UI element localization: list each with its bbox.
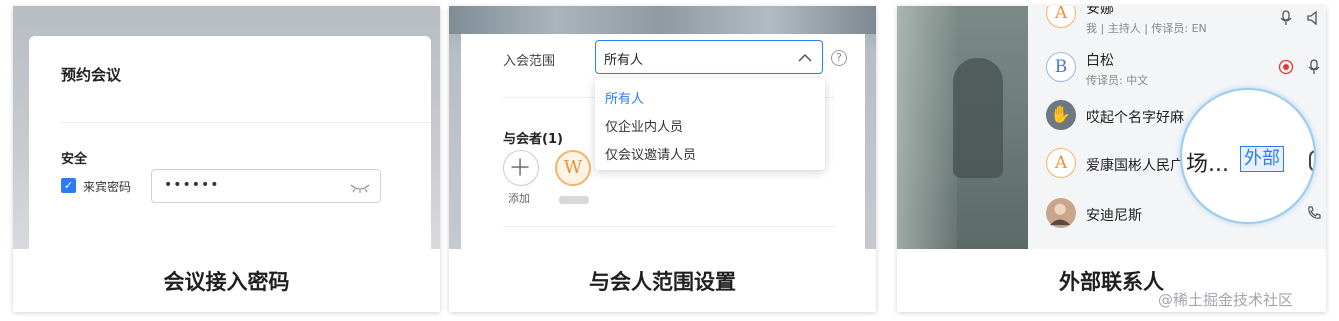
divider [61, 122, 431, 123]
avatar: A [1046, 148, 1076, 178]
screenshot-external-contacts: A 安娜 我 | 主持人 | 传译员: EN B 白松 传译员: 中文 ✋ 哎起… [897, 6, 1326, 249]
external-badge: 外部 [1240, 146, 1284, 172]
card-caption: 会议接入密码 [13, 249, 440, 312]
avatar: A [1046, 6, 1076, 28]
schedule-meeting-dialog: 预约会议 安全 ✓ 来宾密码 •••••• [29, 36, 431, 249]
participant-name: 白松 [1086, 53, 1114, 69]
recording-icon [1278, 59, 1294, 75]
list-item[interactable]: B 白松 传译员: 中文 [1028, 46, 1326, 88]
participant-role: 我 | 主持人 | 传译员: EN [1086, 22, 1207, 35]
background-strip [449, 6, 876, 34]
chevron-up-icon [798, 53, 812, 62]
avatar: B [1046, 52, 1076, 82]
feature-card-external-contacts: A 安娜 我 | 主持人 | 传译员: EN B 白松 传译员: 中文 ✋ 哎起… [897, 6, 1326, 312]
add-label: 添加 [508, 192, 530, 205]
guest-password-label: 来宾密码 [83, 180, 132, 194]
list-item[interactable]: A 安娜 我 | 主持人 | 传译员: EN [1028, 6, 1326, 35]
dropdown-option[interactable]: 仅会议邀请人员 [605, 144, 696, 163]
magnifier-callout: 场... 外部 [1180, 88, 1316, 224]
avatar[interactable]: W [555, 150, 591, 186]
video-highlight [897, 6, 957, 249]
watermark: @稀土掘金技术社区 [1158, 291, 1294, 309]
person-photo-icon [1049, 203, 1071, 226]
feature-card-participant-scope: 入会范围 所有人 ? 与会者(1) 添加 W 所有人 仅企业内人员 仅会议邀请人… [449, 6, 876, 312]
section-title-security: 安全 [61, 152, 88, 167]
card-caption: 与会人范围设置 [449, 249, 876, 312]
participants-title: 与会者(1) [503, 132, 563, 147]
add-participant-button[interactable] [503, 150, 539, 186]
join-scope-select[interactable]: 所有人 [595, 40, 823, 74]
password-input[interactable]: •••••• [151, 169, 381, 203]
eye-closed-icon[interactable] [350, 183, 370, 193]
microphone-icon[interactable] [1278, 10, 1294, 26]
password-value: •••••• [164, 177, 220, 193]
dialog-title: 预约会议 [61, 66, 122, 84]
screenshot-participant-scope: 入会范围 所有人 ? 与会者(1) 添加 W 所有人 仅企业内人员 仅会议邀请人… [449, 6, 876, 249]
participant-role: 传译员: 中文 [1086, 74, 1149, 87]
scope-dropdown-menu: 所有人 仅企业内人员 仅会议邀请人员 [595, 78, 825, 170]
magnified-name: 场... [1186, 152, 1229, 177]
dropdown-option[interactable]: 仅企业内人员 [605, 116, 683, 135]
feature-card-meeting-password: 预约会议 安全 ✓ 来宾密码 •••••• 会议接入密码 [13, 6, 440, 312]
participant-name: 哎起个名字好麻 [1086, 110, 1184, 126]
join-scope-label: 入会范围 [503, 54, 556, 69]
screenshot-meeting-password: 预约会议 安全 ✓ 来宾密码 •••••• [13, 6, 440, 249]
help-icon[interactable]: ? [831, 50, 847, 66]
divider [503, 226, 835, 227]
microphone-icon[interactable] [1306, 59, 1322, 75]
plus-icon [511, 158, 529, 176]
phone-icon[interactable] [1306, 205, 1322, 221]
blurred-name [559, 196, 589, 204]
speaker-icon[interactable] [1306, 10, 1322, 26]
raise-hand-avatar: ✋ [1046, 100, 1076, 130]
settings-panel: 入会范围 所有人 ? 与会者(1) 添加 W 所有人 仅企业内人员 仅会议邀请人… [461, 34, 865, 249]
photo-avatar [1046, 198, 1076, 228]
video-person [953, 58, 1003, 178]
dropdown-option[interactable]: 所有人 [605, 88, 644, 107]
participant-name: 安迪尼斯 [1086, 208, 1142, 224]
participant-name: 安娜 [1086, 6, 1114, 17]
guest-password-checkbox[interactable]: ✓ [61, 178, 76, 193]
select-value: 所有人 [604, 53, 644, 68]
video-feed [897, 6, 1028, 249]
